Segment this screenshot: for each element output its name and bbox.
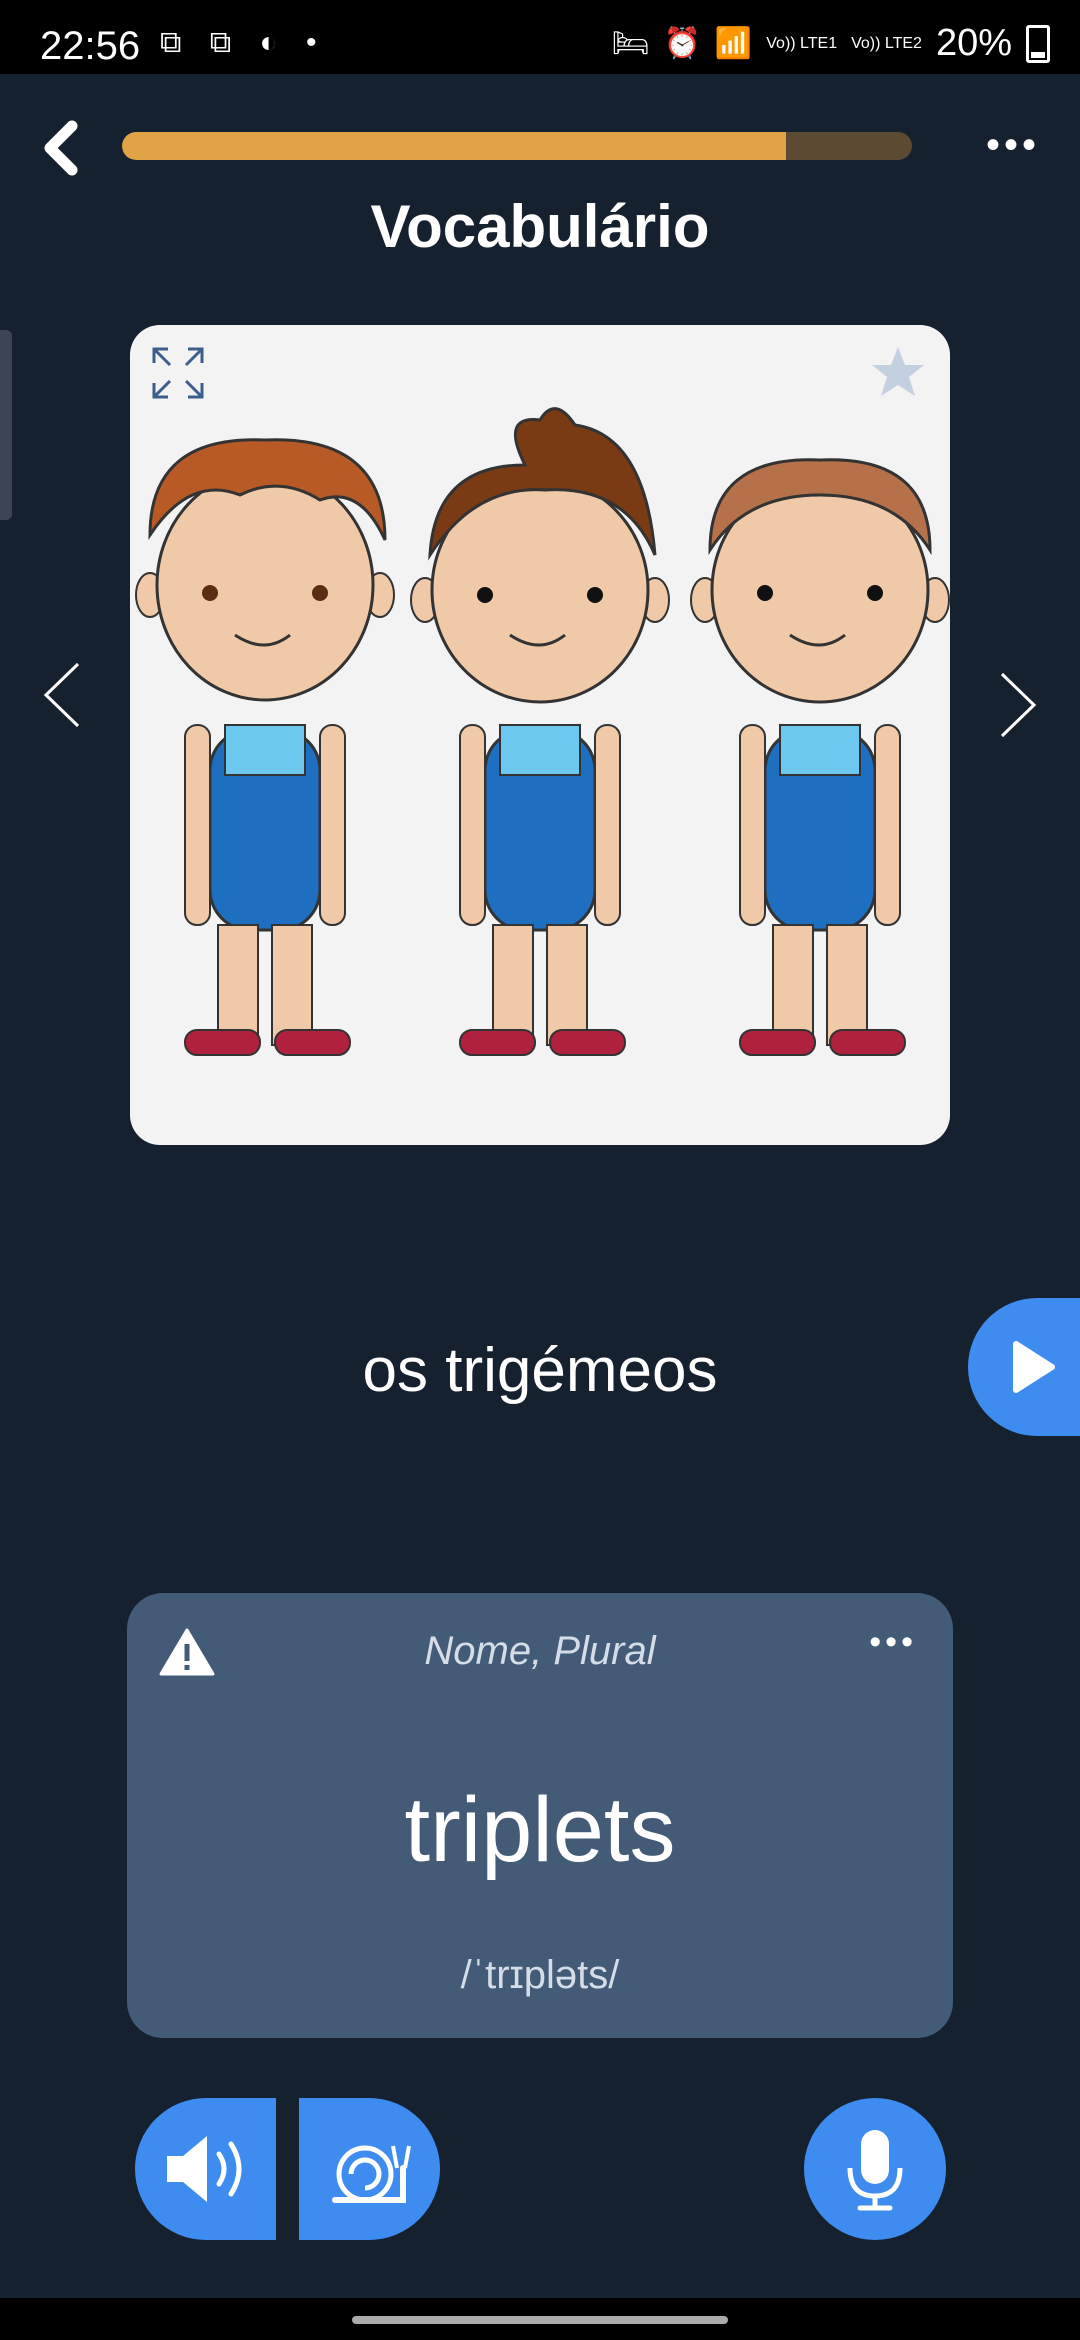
speaker-icon [167,2136,242,2202]
screen-record-icon: ⧉ [160,26,192,59]
more-options-button[interactable]: ••• [986,125,1040,165]
record-pronunciation-button[interactable] [804,2098,946,2240]
triplets-illustration [135,407,950,1056]
status-time: 22:56 [40,24,141,68]
play-slow-audio-button[interactable] [299,2098,440,2240]
alarm-icon: ⏰ [663,27,701,60]
sleep-icon: 🛏 [611,27,650,60]
status-right-icons: 🛏 ⏰ 📶 Vo)) LTE1 Vo)) LTE2 20% [611,22,1050,65]
screen-record-icon: ⧉ [209,26,242,59]
play-icon [1013,1341,1055,1393]
status-bar: 22:56 ⧉ ⧉ ◐ • 🛏 ⏰ 📶 Vo)) LTE1 Vo)) LTE2 … [0,0,1080,74]
lte2-signal-icon: Vo)) LTE2 [851,34,922,52]
wifi-icon: 📶 [714,27,753,60]
microphone-icon [847,2130,903,2211]
back-button[interactable] [34,118,94,178]
translation-more-button[interactable]: ••• [869,1623,917,1662]
boy-1 [135,438,395,1056]
translation-card: Nome, Plural ••• triplets /ˈtrɪpləts/ [127,1593,953,2038]
notification-dot-icon: • [306,26,327,59]
snail-icon [332,2145,411,2203]
edge-icon: ◐ [259,26,288,59]
star-icon[interactable] [868,343,928,403]
page-title: Vocabulário [370,193,710,260]
home-indicator[interactable] [352,2316,728,2324]
expand-icon[interactable] [148,343,208,403]
next-card-button[interactable] [996,670,1040,740]
phonetic-transcription: /ˈtrɪpləts/ [460,1953,620,1997]
previous-card-button[interactable] [40,660,84,730]
boy-3 [690,458,950,1056]
battery-percent: 20% [935,22,1012,64]
status-left-icons: ⧉ ⧉ ◐ • [160,26,327,60]
boy-2 [410,407,670,1056]
vocabulary-image-card [130,325,950,1145]
play-button[interactable] [968,1298,1080,1436]
lte1-signal-icon: Vo)) LTE1 [766,34,838,52]
play-audio-button[interactable] [135,2098,276,2240]
lesson-progress-bar [122,132,912,160]
chevron-right-icon [1000,672,1037,738]
part-of-speech: Nome, Plural [424,1629,656,1673]
edge-panel-handle[interactable] [0,330,12,520]
vocabulary-word: os trigémeos [362,1336,718,1405]
battery-icon [1026,24,1050,63]
chevron-left-icon [44,120,78,176]
chevron-left-icon [43,662,80,728]
translation-text: triplets [404,1779,676,1881]
lesson-progress-fill [122,132,786,160]
